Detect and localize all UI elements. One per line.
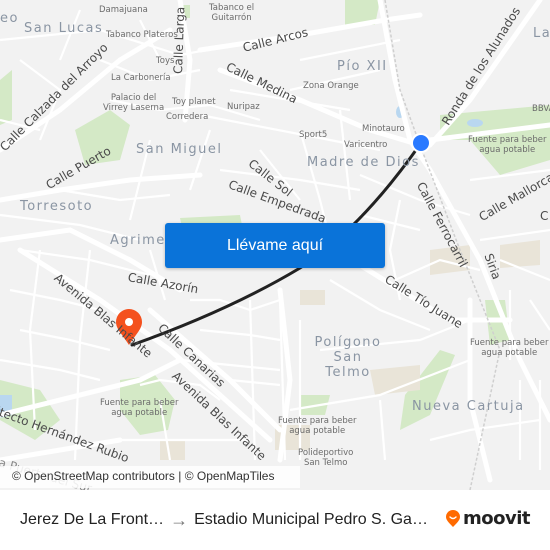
poi-damajuana: Damajuana — [99, 5, 148, 15]
poi-la-carboneria: La Carbonería — [111, 73, 171, 83]
map-attribution[interactable]: © OpenStreetMap contributors | © OpenMap… — [0, 466, 300, 488]
poi-toy-planet: Toy planet — [172, 97, 216, 107]
neighborhood-poligono-san-telmo: Polígono San Telmo — [314, 335, 382, 380]
poi-bbva: BBVA — [532, 104, 550, 114]
poi-varicentro: Varicentro — [344, 140, 388, 150]
neighborhood-partial: eo — [0, 11, 19, 26]
poi-corredera: Corredera — [166, 112, 209, 122]
neighborhood-nueva-cartuja: Nueva Cartuja — [412, 399, 525, 414]
neighborhood-san-miguel: San Miguel — [136, 142, 223, 157]
neighborhood-la: La — [533, 26, 550, 41]
poi-polideportivo-san-telmo: Polideportivo San Telmo — [298, 448, 354, 468]
origin-marker[interactable] — [411, 133, 431, 153]
poi-palacio-virrey-laserna: Palacio del Virrey Laserna — [103, 93, 165, 113]
arrow-right-icon: → — [170, 509, 189, 530]
poi-tabanco-el-guitarron: Tabanco el Guitarrón — [209, 3, 255, 23]
poi-fuente-agua-1: Fuente para beber agua potable — [468, 135, 547, 155]
take-me-here-button[interactable]: Llévame aquí — [165, 223, 385, 268]
destination-name: Estadio Municipal Pedro S. Ga… — [194, 511, 428, 528]
street-partial-c: C — [540, 209, 549, 223]
neighborhood-san-lucas: San Lucas — [24, 21, 104, 36]
poi-tabanco-plateros: Tabanco Plateros — [106, 30, 178, 40]
poi-nuripaz: Nuripaz — [227, 102, 260, 112]
poi-fuente-agua-4: Fuente para beber agua potable — [278, 416, 357, 436]
neighborhood-torresoto: Torresoto — [20, 199, 94, 214]
map[interactable]: San Lucas Pío XII San Miguel Madre de Di… — [0, 0, 550, 490]
poi-fuente-agua-3: Fuente para beber agua potable — [100, 398, 179, 418]
neighborhood-pio-xii: Pío XII — [337, 59, 388, 74]
poi-minotauro: Minotauro — [362, 124, 405, 134]
poi-zona-orange: Zona Orange — [303, 81, 359, 91]
moovit-logo[interactable]: moovit — [445, 508, 531, 529]
neighborhood-madre-de-dios: Madre de Dios — [307, 155, 420, 170]
poi-toys: Toys — [156, 56, 175, 66]
origin-name: Jerez De La Front… — [20, 511, 165, 528]
moovit-wordmark: moovit — [463, 508, 531, 529]
poi-sports: Sport5 — [299, 130, 328, 140]
moovit-pin-icon — [446, 509, 460, 527]
poi-fuente-agua-2: Fuente para beber agua potable — [470, 338, 549, 358]
